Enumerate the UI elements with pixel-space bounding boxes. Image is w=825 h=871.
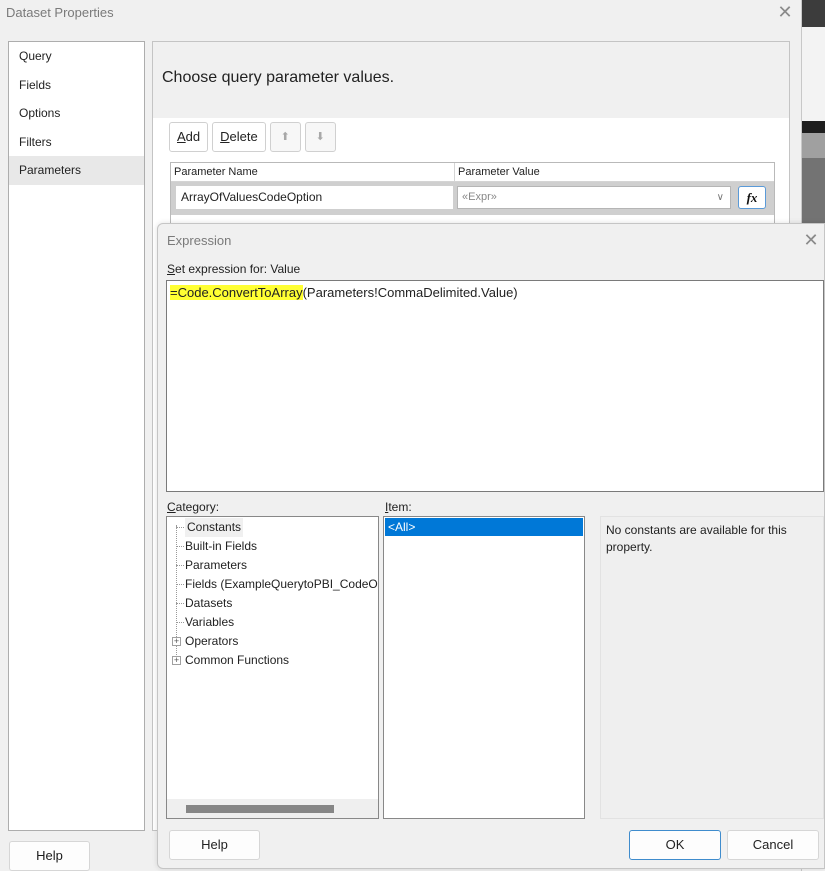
dialog-title: Dataset Properties: [6, 5, 114, 20]
expression-editor[interactable]: =Code.ConvertToArray(Parameters!CommaDel…: [166, 280, 824, 492]
category-tree: Constants Built-in Fields Parameters Fie…: [166, 516, 379, 819]
expression-highlight: =Code.ConvertToArray: [170, 285, 303, 300]
add-button[interactable]: Add: [169, 122, 209, 152]
delete-access-key: D: [220, 129, 230, 144]
tree-connector: [176, 622, 184, 623]
horizontal-scrollbar[interactable]: [167, 799, 378, 818]
close-icon[interactable]: ✕: [776, 2, 794, 22]
category-access-key: C: [167, 500, 176, 514]
background-block: [802, 158, 825, 224]
help-button[interactable]: Help: [169, 830, 260, 860]
set-expression-label: Set expression for: Value: [167, 262, 300, 276]
arrow-up-icon: ⬆: [280, 131, 290, 143]
delete-label: elete: [229, 129, 258, 144]
category-label-text: ategory:: [175, 500, 220, 514]
tree-item-constants[interactable]: Constants: [185, 518, 244, 537]
move-down-button[interactable]: ⬇: [304, 122, 336, 152]
expand-icon[interactable]: +: [172, 637, 181, 646]
column-header-name: Parameter Name: [171, 163, 455, 181]
set-access-key: S: [167, 262, 176, 276]
add-access-key: A: [177, 129, 186, 144]
arrow-down-icon: ⬇: [315, 131, 325, 143]
sidebar-nav: Query Fields Options Filters Parameters: [8, 41, 145, 831]
sidebar-item-filters[interactable]: Filters: [9, 128, 144, 157]
tree-item-operators[interactable]: Operators: [185, 632, 238, 651]
table-row: ArrayOfValuesCodeOption «Expr» ∨ fx: [171, 182, 774, 215]
sidebar-item-parameters[interactable]: Parameters: [9, 156, 144, 185]
expression-dialog: Expression ✕ Set expression for: Value =…: [157, 223, 825, 869]
column-header-value: Parameter Value: [458, 166, 540, 178]
item-label: Item:: [385, 500, 412, 514]
chevron-down-icon: ∨: [716, 192, 724, 203]
parameter-toolbar: Add Delete ⬆ ⬇: [169, 122, 336, 152]
delete-button[interactable]: Delete: [212, 122, 266, 152]
close-icon[interactable]: ✕: [802, 230, 820, 250]
tree-item-common-functions[interactable]: Common Functions: [185, 651, 289, 670]
expand-icon[interactable]: +: [172, 656, 181, 665]
parameter-grid: Parameter Name Parameter Value ArrayOfVa…: [170, 162, 775, 232]
tree-connector: [176, 565, 184, 566]
add-label: dd: [185, 129, 201, 144]
fx-icon: fx: [746, 190, 758, 205]
description-panel: No constants are available for this prop…: [600, 516, 824, 819]
tree-connector: [176, 527, 184, 528]
parameter-name-input[interactable]: ArrayOfValuesCodeOption: [176, 186, 453, 209]
tree-item-fields[interactable]: Fields (ExampleQuerytoPBI_CodeO: [185, 575, 378, 594]
parameter-value-text: «Expr»: [462, 191, 497, 203]
tree-connector: [176, 546, 184, 547]
tree-connector: [176, 603, 184, 604]
cancel-button[interactable]: Cancel: [727, 830, 819, 860]
tree-item-datasets[interactable]: Datasets: [185, 594, 232, 613]
help-button[interactable]: Help: [9, 841, 90, 871]
page-title: Choose query parameter values.: [153, 42, 789, 118]
expression-button[interactable]: fx: [738, 186, 766, 209]
background-block: [802, 121, 825, 133]
background-block: [802, 0, 825, 27]
grid-header: Parameter Name Parameter Value: [171, 163, 774, 182]
item-list: <All>: [383, 516, 585, 819]
sidebar-item-options[interactable]: Options: [9, 99, 144, 128]
item-label-text: tem:: [388, 500, 412, 514]
tree-item-parameters[interactable]: Parameters: [185, 556, 247, 575]
tree-item-built-in-fields[interactable]: Built-in Fields: [185, 537, 257, 556]
list-item[interactable]: <All>: [385, 518, 583, 536]
tree-item-variables[interactable]: Variables: [185, 613, 234, 632]
sidebar-item-query[interactable]: Query: [9, 42, 144, 71]
expression-text: (Parameters!CommaDelimited.Value): [302, 285, 518, 300]
scrollbar-thumb[interactable]: [186, 805, 334, 813]
sidebar-item-fields[interactable]: Fields: [9, 71, 144, 100]
move-up-button[interactable]: ⬆: [269, 122, 301, 152]
category-label: Category:: [167, 500, 219, 514]
ok-button[interactable]: OK: [629, 830, 721, 860]
background-block: [802, 133, 825, 158]
tree-connector: [176, 584, 184, 585]
set-label-text: et expression for: Value: [175, 262, 301, 276]
dialog-title: Expression: [167, 233, 232, 248]
parameter-value-select[interactable]: «Expr» ∨: [457, 186, 731, 209]
